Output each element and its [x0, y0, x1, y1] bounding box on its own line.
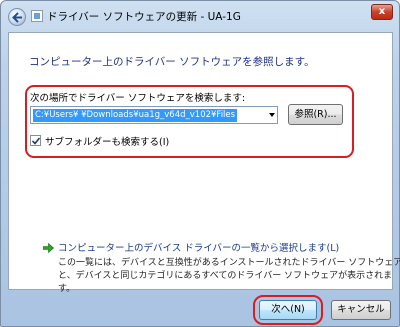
pick-description-line-3: す。 [58, 284, 76, 294]
page-heading: コンピューター上のドライバー ソフトウェアを参照します。 [29, 56, 315, 68]
window-title: ドライバー ソフトウェアの更新 - UA-1G [47, 11, 241, 23]
pick-description-line-2: と、デバイスと同じカテゴリにあるすべてのドライバー ソフトウェアが表示されま [58, 271, 393, 281]
green-arrow-icon [43, 243, 54, 253]
close-button[interactable]: x [371, 4, 393, 20]
highlight-annotation [25, 85, 354, 158]
highlight-annotation [253, 295, 323, 325]
pick-from-list-link[interactable]: コンピューター上のデバイス ドライバーの一覧から選択します(L) [58, 240, 339, 254]
driver-icon [31, 10, 43, 22]
back-button[interactable] [8, 8, 26, 26]
dialog-window: ドライバー ソフトウェアの更新 - UA-1G x コンピューター上のドライバー… [0, 0, 400, 327]
cancel-button[interactable]: キャンセル [331, 300, 391, 320]
title-bar: ドライバー ソフトウェアの更新 - UA-1G x [1, 1, 399, 31]
back-arrow-icon [12, 12, 22, 23]
pick-description-line-1: この一覧には、デバイスと互換性があるインストールされたドライバー ソフトウェア [58, 258, 400, 268]
dialog-content: コンピューター上のドライバー ソフトウェアを参照します。 次の場所でドライバー … [8, 32, 400, 294]
